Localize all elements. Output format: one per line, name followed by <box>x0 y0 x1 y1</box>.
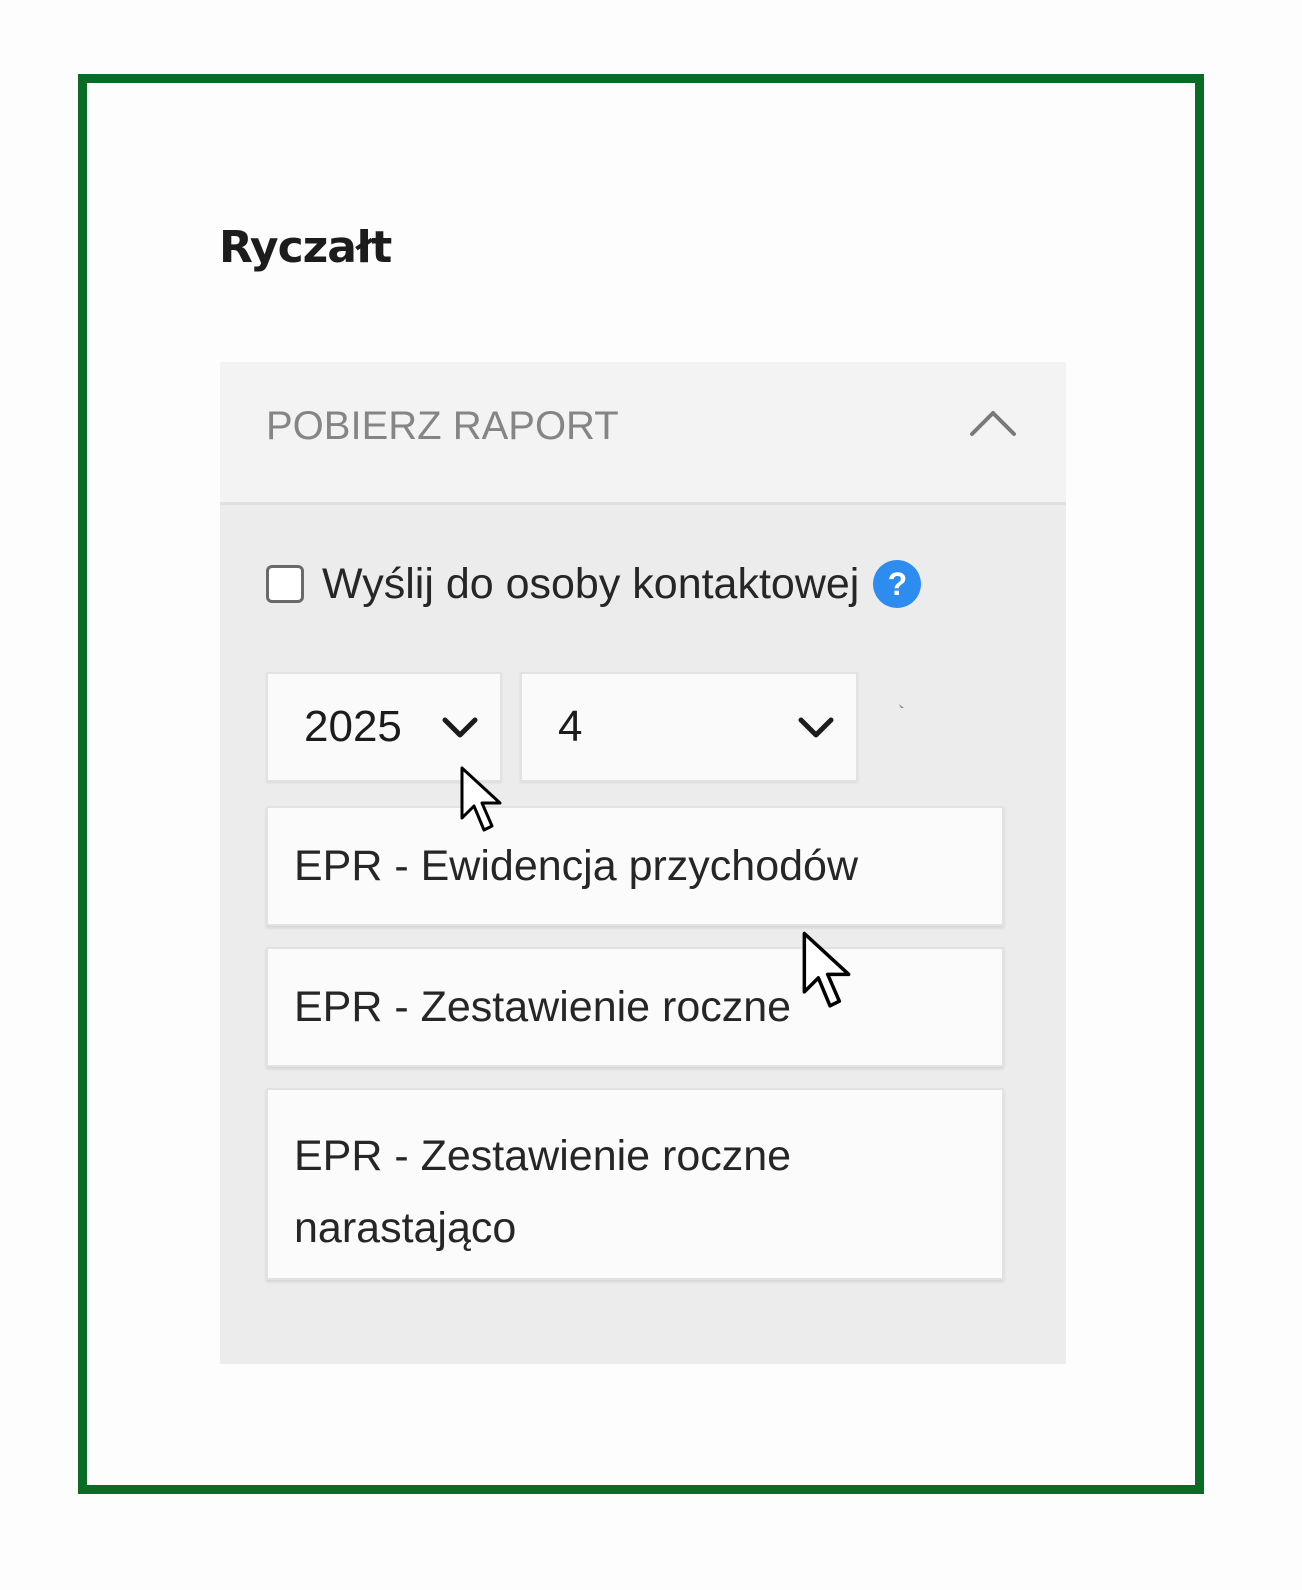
report-button-epr-zestawienie-roczne[interactable]: EPR - Zestawienie roczne <box>266 947 1004 1067</box>
send-to-contact-row: Wyślij do osoby kontaktowej ? <box>266 554 922 614</box>
download-report-panel: POBIERZ RAPORT Wyślij do osoby kontaktow… <box>220 362 1066 1364</box>
panel-header-label: POBIERZ RAPORT <box>266 404 619 448</box>
report-button-epr-zestawienie-narastajaco[interactable]: EPR - Zestawienie roczne narastająco <box>266 1088 1004 1280</box>
report-button-label: EPR - Zestawienie roczne narastająco <box>294 1132 792 1252</box>
cursor-trace-icon <box>899 704 904 708</box>
panel-header-toggle[interactable]: POBIERZ RAPORT <box>220 362 1066 505</box>
chevron-up-icon[interactable] <box>968 408 1018 438</box>
year-select[interactable]: 2025 <box>266 672 502 782</box>
chevron-down-icon <box>442 717 478 738</box>
page-title: Ryczałt <box>219 222 392 273</box>
year-select-value: 2025 <box>304 702 402 751</box>
send-to-contact-label[interactable]: Wyślij do osoby kontaktowej <box>322 560 859 609</box>
month-select-value: 4 <box>558 702 583 751</box>
report-button-label: EPR - Ewidencja przychodów <box>294 842 859 890</box>
report-button-label: EPR - Zestawienie roczne <box>294 983 792 1031</box>
report-button-epr-ewidencja[interactable]: EPR - Ewidencja przychodów <box>266 806 1004 926</box>
question-icon[interactable]: ? <box>873 560 922 608</box>
month-select[interactable]: 4 <box>520 672 858 782</box>
chevron-down-icon <box>798 717 834 738</box>
send-to-contact-checkbox[interactable] <box>266 565 304 603</box>
